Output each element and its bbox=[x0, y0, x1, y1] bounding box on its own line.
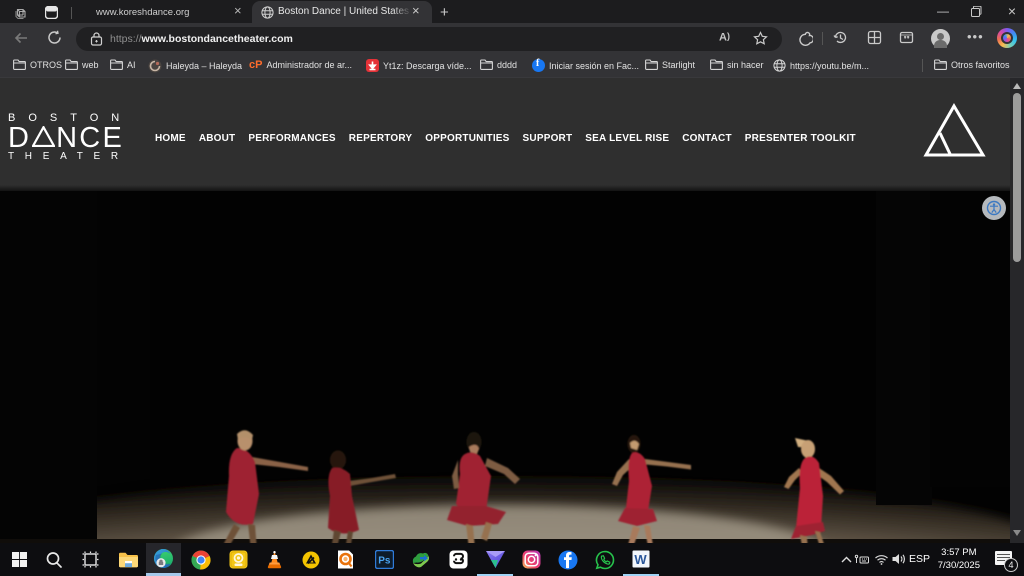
svg-text:Ps: Ps bbox=[378, 556, 391, 567]
svg-text:W: W bbox=[634, 551, 647, 566]
